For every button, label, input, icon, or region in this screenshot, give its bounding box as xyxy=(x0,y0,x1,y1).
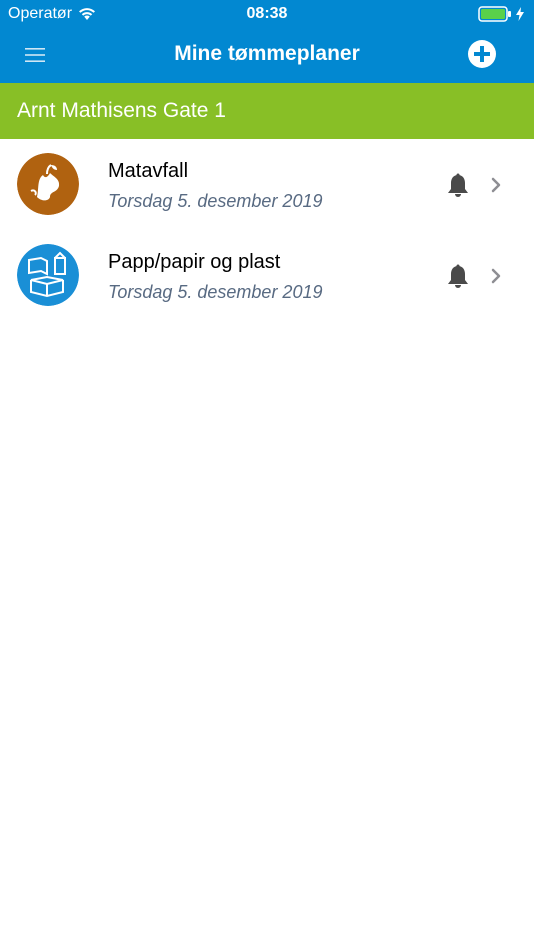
page-title: Mine tømmeplaner xyxy=(174,42,360,65)
item-title: Papp/papir og plast xyxy=(108,251,281,273)
address-header: Arnt Mathisens Gate 1 xyxy=(0,83,534,139)
chevron-right-icon xyxy=(491,177,501,193)
waste-schedule-list: Matavfall Torsdag 5. desember 2019 Papp/… xyxy=(0,139,534,321)
charging-icon xyxy=(516,7,524,21)
list-item-paper-plastic[interactable]: Papp/papir og plast Torsdag 5. desember … xyxy=(0,230,534,321)
header: Operatør 08:38 Mine tømmeplaner xyxy=(0,0,534,83)
bell-icon[interactable] xyxy=(446,173,470,199)
add-button[interactable] xyxy=(468,40,496,68)
food-waste-icon xyxy=(17,153,79,215)
status-bar: Operatør 08:38 xyxy=(0,0,534,28)
list-item-food-waste[interactable]: Matavfall Torsdag 5. desember 2019 xyxy=(0,139,534,230)
clock: 08:38 xyxy=(246,5,288,22)
chevron-right-icon xyxy=(491,268,501,284)
battery-icon xyxy=(478,6,511,22)
nav-bar: Mine tømmeplaner xyxy=(0,28,534,83)
item-date: Torsdag 5. desember 2019 xyxy=(108,191,323,211)
plus-circle-icon xyxy=(468,40,496,68)
bell-icon[interactable] xyxy=(446,264,470,290)
item-title: Matavfall xyxy=(108,160,189,182)
paper-plastic-icon xyxy=(17,244,79,306)
battery xyxy=(478,6,524,22)
item-date: Torsdag 5. desember 2019 xyxy=(108,282,323,302)
